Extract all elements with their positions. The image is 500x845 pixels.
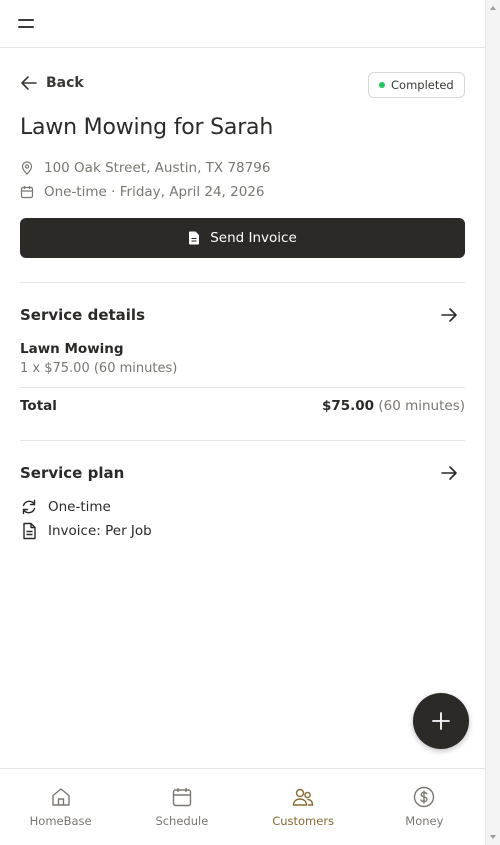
address-text: 100 Oak Street, Austin, TX 78796 (44, 160, 271, 176)
frequency-text: One-time (48, 499, 111, 515)
job-schedule: One-time · Friday, April 24, 2026 (20, 184, 265, 200)
nav-item-customers[interactable]: Customers (243, 769, 364, 845)
send-invoice-button[interactable]: Send Invoice (20, 218, 465, 258)
total-value: $75.00 (60 minutes) (322, 398, 465, 414)
divider (20, 282, 465, 283)
total-duration: (60 minutes) (378, 398, 465, 414)
job-address: 100 Oak Street, Austin, TX 78796 (20, 160, 270, 176)
hamburger-menu-icon[interactable] (18, 16, 36, 30)
status-badge: Completed (368, 72, 465, 98)
location-pin-icon (21, 161, 33, 175)
nav-label: Customers (272, 814, 335, 828)
invoice-text: Invoice: Per Job (48, 523, 152, 539)
arrow-right-icon[interactable] (440, 306, 458, 324)
scroll-down-arrow-icon[interactable] (490, 835, 496, 839)
top-bar (0, 0, 485, 48)
invoice-document-icon (23, 522, 36, 540)
bottom-nav: HomeBase Schedule Customers Money (0, 768, 485, 845)
app-screen: Back Completed Lawn Mowing for Sarah 100… (0, 0, 485, 845)
total-amount: $75.00 (321, 398, 375, 414)
nav-label: Schedule (155, 814, 209, 828)
home-icon (51, 788, 70, 806)
calendar-icon (20, 186, 34, 199)
back-button[interactable]: Back (20, 74, 84, 92)
divider (20, 387, 465, 388)
total-label: Total (20, 398, 57, 414)
customers-icon (292, 788, 314, 806)
divider (20, 440, 465, 441)
calendar-icon (172, 788, 192, 807)
page-title: Lawn Mowing for Sarah (20, 115, 274, 140)
nav-item-schedule[interactable]: Schedule (121, 769, 242, 845)
document-icon (189, 231, 200, 245)
service-plan-title: Service plan (20, 464, 125, 482)
nav-item-homebase[interactable]: HomeBase (0, 769, 121, 845)
scroll-up-arrow-icon[interactable] (490, 6, 496, 10)
status-label: Completed (391, 78, 454, 92)
dollar-circle-icon (414, 786, 435, 808)
add-fab-button[interactable] (413, 693, 469, 749)
nav-label: Money (405, 814, 444, 828)
plan-invoice: Invoice: Per Job (20, 522, 152, 540)
status-dot (379, 82, 385, 88)
plus-icon (432, 712, 450, 730)
schedule-text: One-time · Friday, April 24, 2026 (44, 184, 265, 200)
service-item-name: Lawn Mowing (20, 341, 124, 357)
send-invoice-label: Send Invoice (210, 230, 297, 246)
plan-frequency: One-time (20, 498, 111, 516)
arrow-right-icon[interactable] (440, 464, 458, 482)
back-label: Back (46, 75, 84, 91)
nav-item-money[interactable]: Money (364, 769, 485, 845)
repeat-icon (22, 499, 36, 515)
service-item-detail: 1 x $75.00 (60 minutes) (20, 361, 178, 376)
service-details-title: Service details (20, 306, 145, 324)
arrow-left-icon (21, 76, 37, 90)
scrollbar[interactable] (485, 0, 500, 845)
nav-label: HomeBase (29, 814, 92, 828)
